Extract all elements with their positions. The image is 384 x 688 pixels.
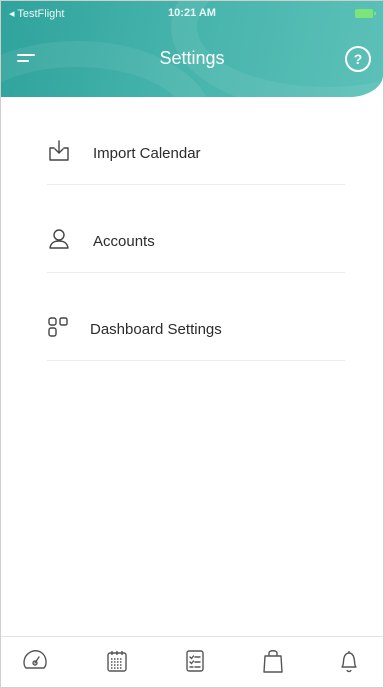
calendar-icon	[103, 651, 131, 679]
settings-item-dashboard[interactable]: Dashboard Settings	[1, 273, 383, 361]
tab-calendar[interactable]	[103, 647, 131, 675]
status-bar: ◂ TestFlight 10:21 AM	[1, 5, 383, 23]
checklist-icon	[181, 650, 209, 679]
help-icon: ?	[353, 51, 363, 67]
settings-item-import-calendar[interactable]: Import Calendar	[1, 97, 383, 185]
tab-tasks[interactable]	[181, 647, 209, 675]
settings-item-label: Import Calendar	[93, 145, 201, 162]
settings-list: Import Calendar Accounts Dashboard Setti…	[1, 97, 383, 361]
speedometer-icon	[21, 650, 49, 679]
battery-charging-icon	[355, 9, 376, 18]
app-screen: ◂ TestFlight 10:21 AM Settings ? Import …	[0, 0, 384, 688]
tab-bar	[1, 636, 383, 687]
import-calendar-icon	[47, 139, 71, 163]
tab-shopping[interactable]	[259, 647, 287, 675]
status-time: 10:21 AM	[168, 7, 216, 19]
settings-item-label: Accounts	[93, 233, 155, 250]
header: ◂ TestFlight 10:21 AM Settings ?	[1, 1, 383, 97]
shopping-bag-icon	[259, 650, 287, 679]
dashboard-icon	[47, 315, 71, 339]
tab-dashboard[interactable]	[21, 647, 49, 675]
bell-icon	[335, 651, 363, 679]
page-title: Settings	[159, 48, 225, 68]
settings-item-accounts[interactable]: Accounts	[1, 185, 383, 273]
settings-item-label: Dashboard Settings	[90, 321, 222, 338]
tab-notifications[interactable]	[335, 647, 363, 675]
help-button[interactable]: ?	[345, 46, 371, 72]
accounts-icon	[47, 227, 71, 251]
divider	[47, 360, 345, 361]
